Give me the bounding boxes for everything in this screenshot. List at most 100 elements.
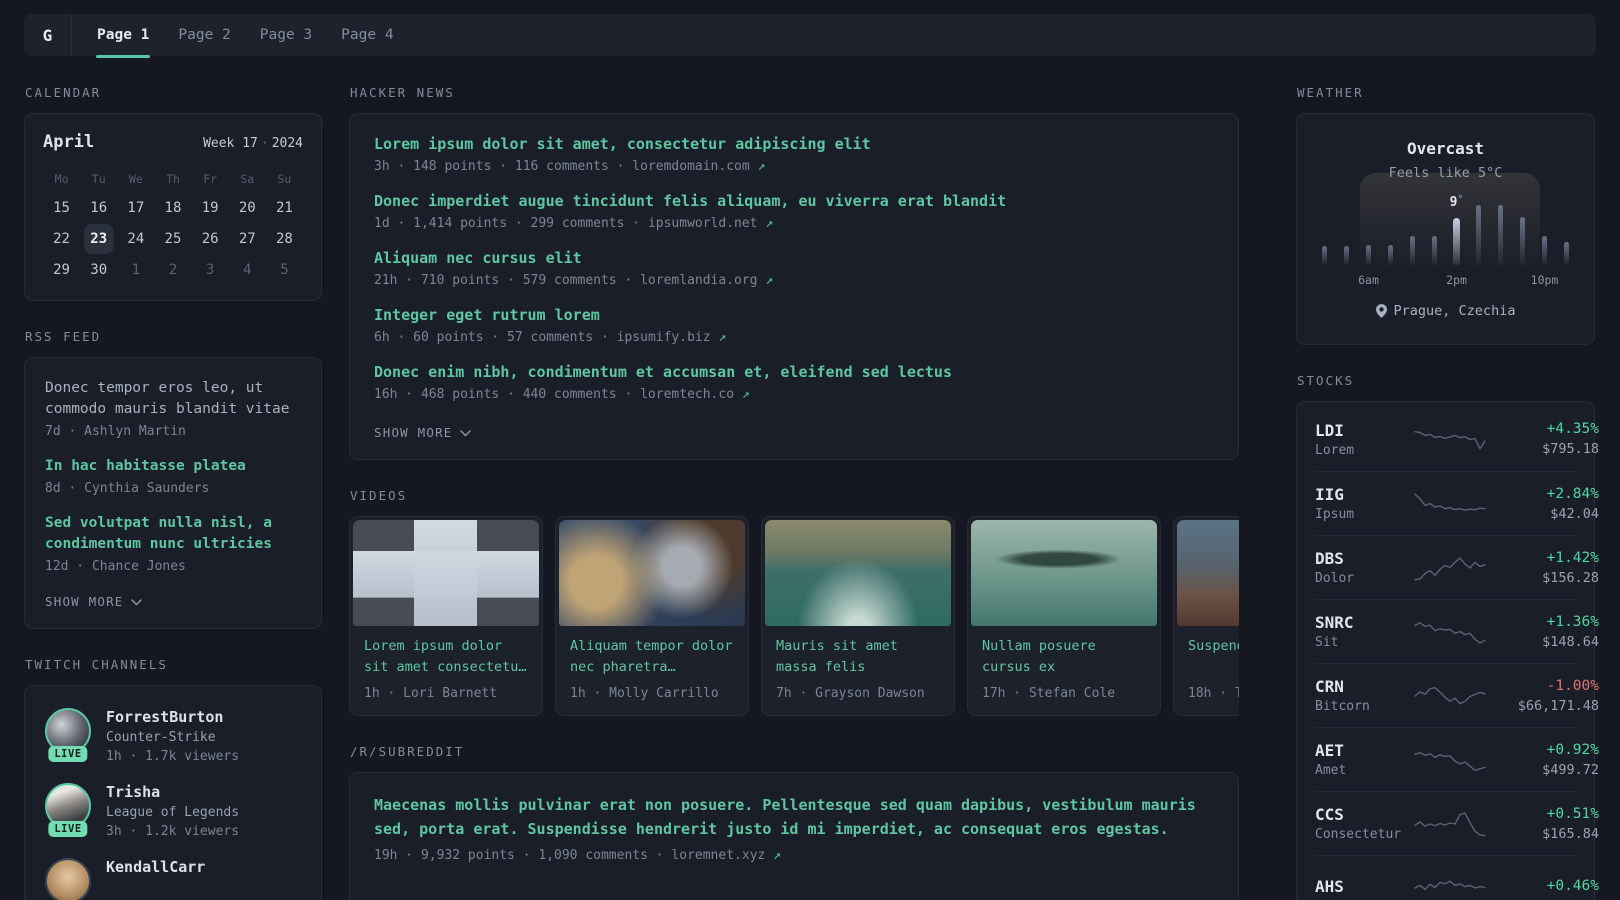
hackernews-widget: HACKER NEWS Lorem ipsum dolor sit amet, …: [349, 85, 1239, 460]
weather-hour-label: 10pm: [1530, 273, 1559, 287]
stock-name: Ipsum: [1315, 507, 1355, 522]
video-title-link[interactable]: Suspendisse diam: [1188, 636, 1239, 677]
twitch-avatar-wrap: LIVE: [45, 783, 91, 837]
stock-change: +1.36%: [1546, 613, 1599, 630]
weather-hour-label: [1424, 273, 1446, 287]
stocks-card: LDI Lorem +4.35% $795.18 IIG Ipsum +2.84…: [1296, 401, 1599, 900]
calendar-day-header: Th: [166, 172, 180, 186]
hackernews-item-meta: 16h · 468 points · 440 comments · loremt…: [374, 387, 750, 402]
twitch-channel-meta: 1h · 1.7k viewers: [106, 749, 240, 764]
weather-temp-label: 9°: [1449, 194, 1464, 210]
video-card[interactable]: Mauris sit amet massa felis 7h · Grayson…: [761, 516, 955, 716]
rss-item-meta: 12d · Chance Jones: [45, 559, 186, 574]
stock-row[interactable]: DBS Dolor +1.42% $156.28: [1315, 535, 1599, 599]
video-thumbnail[interactable]: [353, 520, 539, 626]
weather-bar-cell: [1468, 203, 1490, 265]
stock-row[interactable]: LDI Lorem +4.35% $795.18: [1315, 407, 1599, 471]
hackernews-item-title-link[interactable]: Donec enim nibh, condimentum et accumsan…: [374, 362, 1214, 383]
external-link-icon: ↗: [741, 387, 750, 402]
tab-page-3[interactable]: Page 3: [258, 14, 314, 56]
video-title-link[interactable]: Mauris sit amet massa felis: [776, 636, 940, 677]
video-title-link[interactable]: Aliquam tempor dolor nec pharetra…: [570, 636, 734, 677]
video-card[interactable]: Nullam posuere cursus ex 17h · Stefan Co…: [967, 516, 1161, 716]
video-title-link[interactable]: Nullam posuere cursus ex: [982, 636, 1146, 677]
stock-sparkline: [1413, 489, 1487, 519]
subreddit-section-label: /R/SUBREDDIT: [350, 744, 465, 759]
hackernews-show-more-button[interactable]: SHOW MORE: [374, 425, 471, 440]
rss-card: Donec tempor eros leo, ut commodo mauris…: [24, 357, 322, 629]
twitch-avatar-wrap: LIVE: [45, 708, 91, 762]
calendar-day: 2: [168, 262, 178, 278]
video-thumbnail[interactable]: [765, 520, 951, 626]
stock-row[interactable]: CCS Consectetur +0.51% $165.84: [1315, 791, 1599, 855]
hackernews-item: Lorem ipsum dolor sit amet, consectetur …: [374, 134, 1214, 174]
rss-item-title-link[interactable]: Donec tempor eros leo, ut commodo mauris…: [45, 378, 301, 420]
video-card[interactable]: Aliquam tempor dolor nec pharetra… 1h · …: [555, 516, 749, 716]
hackernews-item-title-link[interactable]: Donec imperdiet augue tincidunt felis al…: [374, 191, 1214, 212]
weather-bar: [1498, 205, 1503, 265]
rss-show-more-button[interactable]: SHOW MORE: [45, 594, 142, 609]
stock-row[interactable]: CRN Bitcorn -1.00% $66,171.48: [1315, 663, 1599, 727]
stock-name: Bitcorn: [1315, 699, 1370, 714]
rss-item-title-link[interactable]: Sed volutpat nulla nisl, a condimentum n…: [45, 513, 301, 555]
weather-bar: [1520, 217, 1525, 265]
video-title-link[interactable]: Lorem ipsum dolor sit amet consectetu…: [364, 636, 528, 677]
weather-bar: [1432, 236, 1437, 265]
video-meta: 1h · Lori Barnett: [364, 686, 498, 701]
tab-page-2[interactable]: Page 2: [176, 14, 232, 56]
videos-row: Lorem ipsum dolor sit amet consectetu… 1…: [349, 516, 1239, 716]
stock-name: Dolor: [1315, 571, 1355, 586]
subreddit-post-title-link[interactable]: Maecenas mollis pulvinar erat non posuer…: [374, 793, 1214, 841]
weather-bar-cell: [1314, 203, 1336, 265]
twitch-channel-row[interactable]: LIVE ForrestBurton Counter-Strike 1h · 1…: [45, 708, 301, 764]
external-link-icon: ↗: [765, 216, 774, 231]
stock-price: $156.28: [1542, 569, 1599, 586]
hackernews-item: Aliquam nec cursus elit 21h · 710 points…: [374, 248, 1214, 288]
stock-row[interactable]: SNRC Sit +1.36% $148.64: [1315, 599, 1599, 663]
stock-change: +2.84%: [1546, 485, 1599, 502]
calendar-separator: ·: [260, 136, 269, 151]
video-card[interactable]: Suspendisse diam 18h · Tara: [1173, 516, 1239, 716]
right-column: WEATHER Overcast Feels like 5°C 9° 6am2p…: [1296, 85, 1599, 900]
rss-widget: RSS FEED Donec tempor eros leo, ut commo…: [24, 329, 322, 629]
hackernews-item-title-link[interactable]: Aliquam nec cursus elit: [374, 248, 1214, 269]
tab-page-1[interactable]: Page 1: [95, 14, 151, 58]
twitch-avatar-wrap: LIVE: [45, 858, 91, 900]
stock-price: $499.72: [1542, 761, 1599, 778]
stock-row[interactable]: AHS +0.46%: [1315, 855, 1599, 900]
video-thumbnail[interactable]: [559, 520, 745, 626]
calendar-day: 26: [201, 231, 219, 247]
weather-condition: Overcast: [1406, 139, 1485, 158]
left-column: CALENDAR April Week 17 · 2024 Mo Tu We Th Fr Sa…: [24, 85, 322, 900]
hackernews-item-title-link[interactable]: Lorem ipsum dolor sit amet, consectetur …: [374, 134, 1214, 155]
dashboard-page: G Page 1 Page 2 Page 3 Page 4 CALENDAR A…: [0, 0, 1620, 900]
twitch-channel-row[interactable]: LIVE Trisha League of Legends 3h · 1.2k …: [45, 783, 301, 839]
calendar-day: 1: [131, 262, 141, 278]
tab-page-4[interactable]: Page 4: [339, 14, 395, 56]
weather-bar: [1453, 218, 1460, 265]
hackernews-item-domain: loremlandia.org: [640, 273, 758, 288]
twitch-channel-name: Trisha: [106, 783, 161, 801]
videos-widget: VIDEOS Lorem ipsum dolor sit amet consec…: [349, 488, 1239, 716]
stock-row[interactable]: AET Amet +0.92% $499.72: [1315, 727, 1599, 791]
weather-bar: [1476, 205, 1481, 265]
weather-bar-cell: [1556, 203, 1578, 265]
stock-name: Sit: [1315, 635, 1339, 650]
stock-symbol: CRN: [1315, 677, 1344, 696]
video-card[interactable]: Lorem ipsum dolor sit amet consectetu… 1…: [349, 516, 543, 716]
calendar-day: 22: [53, 231, 70, 247]
video-thumbnail[interactable]: [971, 520, 1157, 626]
calendar-day-header: Su: [277, 172, 292, 186]
twitch-channel-row[interactable]: LIVE KendallCarr: [45, 858, 301, 900]
stock-price: $165.84: [1542, 825, 1599, 842]
rss-item-title-link[interactable]: In hac habitasse platea: [45, 456, 301, 477]
video-thumbnail[interactable]: [1177, 520, 1239, 626]
live-badge: LIVE: [48, 746, 88, 762]
calendar-day-header: Tu: [91, 172, 106, 186]
hackernews-item-title-link[interactable]: Integer eget rutrum lorem: [374, 305, 1214, 326]
stock-row[interactable]: IIG Ipsum +2.84% $42.04: [1315, 471, 1599, 535]
calendar-day: 29: [53, 262, 70, 278]
weather-bar: [1542, 236, 1547, 265]
chevron-down-icon: [130, 594, 142, 609]
top-nav-bar: G Page 1 Page 2 Page 3 Page 4: [24, 14, 1596, 58]
